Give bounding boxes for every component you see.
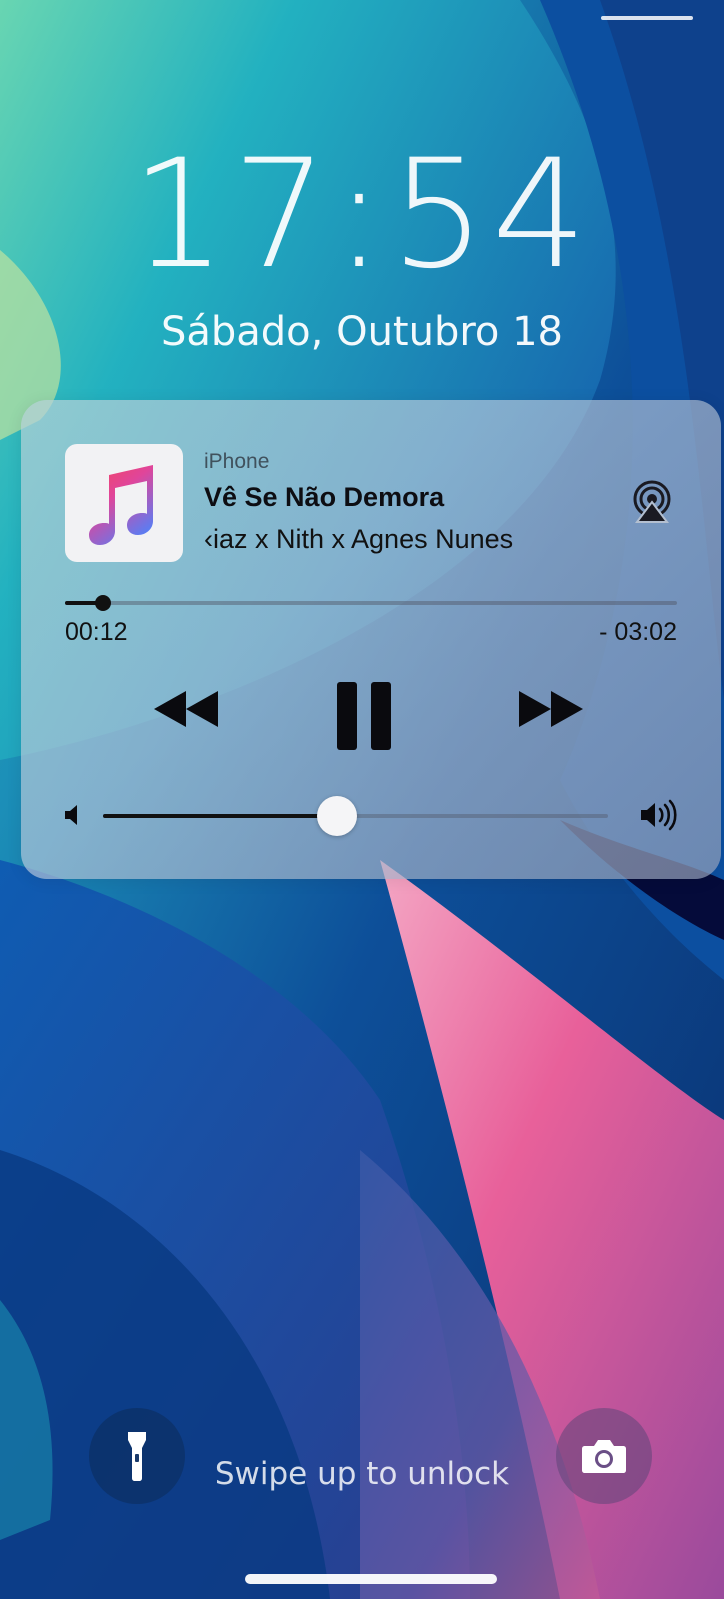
- remaining-time: - 03:02: [599, 618, 677, 646]
- fast-forward-icon: [519, 691, 583, 727]
- playback-progress-bar[interactable]: [65, 595, 677, 611]
- album-art[interactable]: [65, 444, 183, 562]
- volume-slider[interactable]: [103, 796, 608, 836]
- camera-icon: [582, 1440, 626, 1473]
- speaker-low-icon: [65, 805, 77, 825]
- music-note-icon: [89, 465, 153, 545]
- now-playing-widget: iPhone Vê Se Não Demora ‹iaz x Nith x Ag…: [21, 400, 721, 879]
- output-device-label: iPhone: [204, 450, 270, 473]
- elapsed-time: 00:12: [65, 618, 128, 646]
- home-indicator[interactable]: [245, 1574, 497, 1584]
- fast-forward-button[interactable]: [513, 685, 589, 733]
- speaker-high-icon: [641, 799, 677, 831]
- pause-button[interactable]: [333, 679, 395, 753]
- lock-clock: 17:54: [130, 128, 594, 302]
- playback-scrubber-handle[interactable]: [94, 595, 111, 611]
- camera-button[interactable]: [556, 1408, 652, 1504]
- lock-date: Sábado, Outubro 18: [160, 309, 563, 355]
- rewind-button[interactable]: [148, 685, 224, 733]
- song-artist: ‹iaz x Nith x Agnes Nunes: [204, 524, 574, 555]
- song-title: Vê Se Não Demora: [204, 482, 445, 512]
- pause-icon: [337, 682, 391, 750]
- song-artist-text: ‹iaz x Nith x Agnes Nunes: [204, 524, 514, 554]
- airplay-icon[interactable]: [631, 480, 673, 524]
- top-bar-indicator: [601, 16, 693, 20]
- volume-fill: [103, 814, 338, 818]
- rewind-icon: [154, 691, 218, 727]
